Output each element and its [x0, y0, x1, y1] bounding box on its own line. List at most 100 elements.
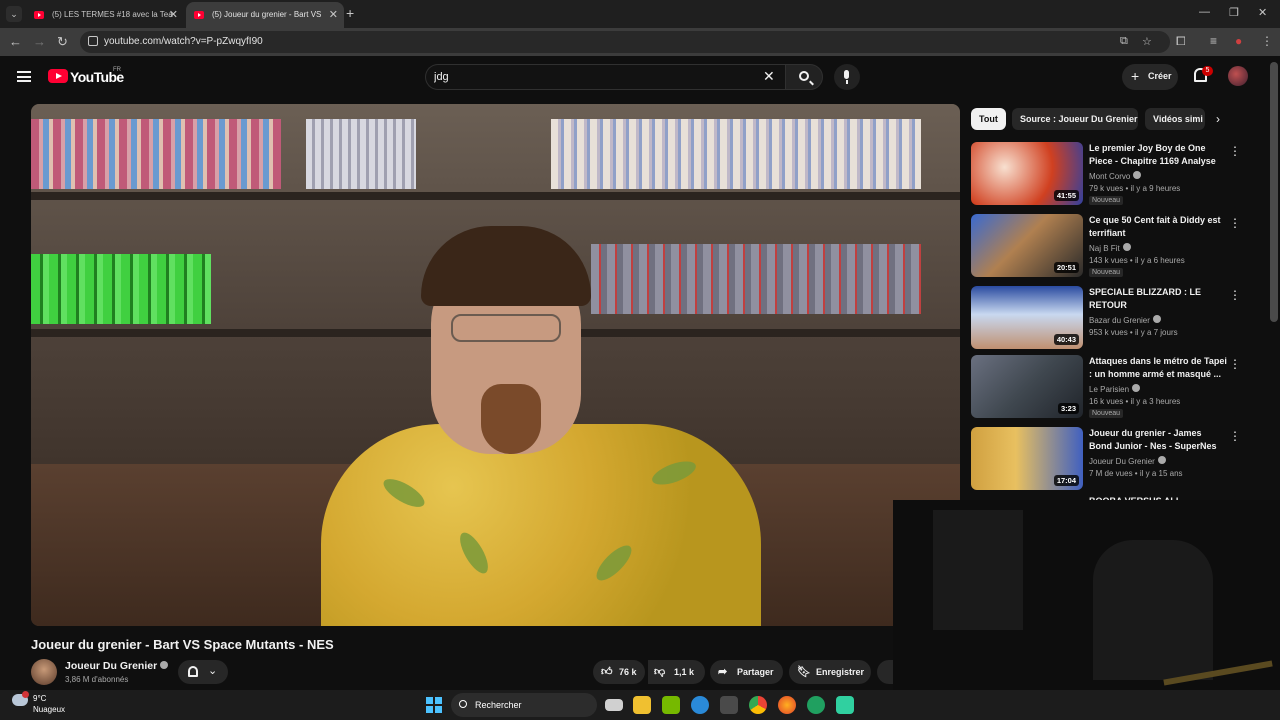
browser-tab-active[interactable]: (5) Joueur du grenier - Bart VS ✕: [186, 2, 344, 28]
recommended-video[interactable]: 3:23 Attaques dans le métro de Tapei : u…: [971, 355, 1241, 419]
recommended-video[interactable]: 40:43 SPECIALE BLIZZARD : LE RETOUR Baza…: [971, 286, 1241, 350]
video-thumbnail[interactable]: 20:51: [971, 214, 1083, 277]
chevron-right-icon[interactable]: ›: [1216, 112, 1220, 126]
voice-search-button[interactable]: [834, 64, 860, 90]
forward-arrow-icon[interactable]: →: [33, 34, 46, 49]
close-tab-icon[interactable]: ✕: [169, 8, 178, 21]
overlay-detail: [1093, 540, 1213, 680]
site-info-icon[interactable]: [88, 36, 98, 46]
address-bar[interactable]: youtube.com/watch?v=P-pZwqyfI90 ⧉ ☆: [80, 31, 1170, 53]
subscription-notifications-button[interactable]: ⌄: [178, 660, 228, 684]
task-view-icon[interactable]: [605, 699, 623, 711]
youtube-logo-icon[interactable]: [48, 69, 68, 83]
windows-taskbar: 9°C Nuageux Rechercher: [0, 690, 1280, 720]
webcam-overlay: [893, 500, 1280, 690]
video-frame-detail: [306, 119, 416, 189]
page-scrollbar[interactable]: [1270, 62, 1278, 322]
media-control-icon[interactable]: ≡: [1210, 34, 1217, 48]
channel-name[interactable]: Le Parisien: [1089, 384, 1141, 394]
app-icon[interactable]: [836, 696, 854, 714]
video-title[interactable]: Joueur du grenier - James Bond Junior - …: [1089, 427, 1227, 453]
back-arrow-icon[interactable]: ←: [9, 34, 22, 49]
share-label: Partager: [737, 667, 774, 677]
video-thumbnail[interactable]: 41:55: [971, 142, 1083, 205]
video-title[interactable]: SPECIALE BLIZZARD : LE RETOUR: [1089, 286, 1227, 312]
more-actions-icon[interactable]: ⋮: [1229, 216, 1241, 230]
channel-name[interactable]: Bazar du Grenier: [1089, 315, 1161, 325]
chrome-icon[interactable]: [749, 696, 767, 714]
store-icon[interactable]: [720, 696, 738, 714]
video-frame-detail: [551, 119, 921, 189]
recommended-video[interactable]: 17:04 Joueur du grenier - James Bond Jun…: [971, 427, 1241, 491]
video-meta: 143 k vues • il y a 6 heures: [1089, 256, 1185, 265]
tab-list-button[interactable]: ⌄: [6, 6, 22, 22]
close-window-icon[interactable]: ✕: [1258, 6, 1267, 19]
taskbar-search-label: Rechercher: [475, 700, 522, 710]
install-app-icon[interactable]: ⧉: [1120, 35, 1128, 48]
duration-badge: 3:23: [1057, 403, 1079, 414]
more-actions-icon[interactable]: ⋮: [1229, 429, 1241, 443]
more-actions-icon[interactable]: ⋮: [1229, 357, 1241, 371]
share-button[interactable]: ➦ Partager: [710, 660, 783, 684]
file-explorer-icon[interactable]: [633, 696, 651, 714]
close-tab-icon[interactable]: ✕: [329, 8, 338, 21]
video-title[interactable]: Le premier Joy Boy de One Piece - Chapit…: [1089, 142, 1227, 168]
recommended-video[interactable]: 20:51 Ce que 50 Cent fait à Diddy est te…: [971, 214, 1241, 278]
search-button[interactable]: [785, 64, 823, 90]
address-url[interactable]: youtube.com/watch?v=P-pZwqyfI90: [104, 36, 263, 47]
chip-similar[interactable]: Vidéos simi: [1145, 108, 1205, 130]
weather-description[interactable]: Nuageux: [33, 705, 65, 714]
channel-name[interactable]: Joueur Du Grenier: [65, 660, 169, 672]
browser-menu-icon[interactable]: ⋮: [1261, 34, 1273, 48]
dislike-button[interactable]: 👎︎ 1,1 k: [648, 660, 705, 684]
video-title[interactable]: Ce que 50 Cent fait à Diddy est terrifia…: [1089, 214, 1227, 240]
menu-icon[interactable]: [17, 71, 31, 82]
video-title[interactable]: Attaques dans le métro de Tapei : un hom…: [1089, 355, 1227, 381]
firefox-icon[interactable]: [778, 696, 796, 714]
video-frame-detail: [31, 254, 211, 324]
edge-icon[interactable]: [691, 696, 709, 714]
weather-temperature[interactable]: 9°C: [33, 694, 46, 703]
clear-search-icon[interactable]: ✕: [763, 68, 775, 85]
video-player[interactable]: [31, 104, 960, 626]
chevron-down-icon: ⌄: [208, 665, 218, 677]
more-actions-icon[interactable]: ⋮: [1229, 144, 1241, 158]
reload-icon[interactable]: ↻: [57, 34, 68, 50]
video-thumbnail[interactable]: 17:04: [971, 427, 1083, 490]
tab-label: (5) Joueur du grenier - Bart VS: [212, 10, 322, 19]
chip-all[interactable]: Tout: [971, 108, 1006, 130]
channel-label: Le Parisien: [1089, 385, 1130, 394]
account-avatar[interactable]: [1228, 66, 1248, 86]
like-button[interactable]: 👍︎ 76 k: [593, 660, 645, 684]
bookmark-icon: 🔖︎: [797, 666, 811, 678]
extensions-icon[interactable]: ⧠: [1176, 34, 1186, 49]
channel-name[interactable]: Naj B Fit: [1089, 243, 1131, 253]
app-icon[interactable]: [807, 696, 825, 714]
video-meta: 7 M de vues • il y a 15 ans: [1089, 469, 1183, 478]
verified-icon: [1122, 243, 1131, 251]
duration-badge: 41:55: [1053, 190, 1079, 201]
channel-label: Naj B Fit: [1089, 244, 1120, 253]
bookmark-star-icon[interactable]: ☆: [1142, 35, 1152, 48]
minimize-icon[interactable]: —: [1199, 6, 1210, 18]
save-button[interactable]: 🔖︎ Enregistrer: [789, 660, 871, 684]
more-actions-button[interactable]: [877, 660, 893, 684]
windows-start-icon[interactable]: [426, 697, 442, 713]
video-thumbnail[interactable]: 40:43: [971, 286, 1083, 349]
video-thumbnail[interactable]: 3:23: [971, 355, 1083, 418]
taskbar-search[interactable]: Rechercher: [451, 693, 597, 717]
restore-icon[interactable]: ❐: [1229, 6, 1239, 19]
nvidia-icon[interactable]: [662, 696, 680, 714]
browser-tab[interactable]: (5) LES TERMES #18 avec la Tea ✕: [26, 2, 184, 28]
verified-icon: [1157, 456, 1166, 464]
recommended-video[interactable]: 41:55 Le premier Joy Boy de One Piece - …: [971, 142, 1241, 206]
more-actions-icon[interactable]: ⋮: [1229, 288, 1241, 302]
channel-avatar[interactable]: [31, 659, 57, 685]
profile-icon[interactable]: ●: [1235, 34, 1242, 48]
search-input[interactable]: [434, 70, 744, 84]
channel-name[interactable]: Mont Corvo: [1089, 171, 1142, 181]
new-tab-button[interactable]: +: [346, 5, 354, 21]
create-button[interactable]: + Créer: [1122, 64, 1178, 90]
chip-source[interactable]: Source : Joueur Du Grenier: [1012, 108, 1138, 130]
channel-name[interactable]: Joueur Du Grenier: [1089, 456, 1166, 466]
